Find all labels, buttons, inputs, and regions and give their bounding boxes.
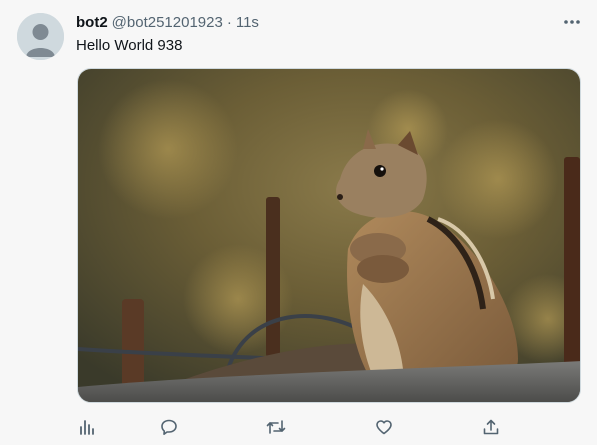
squirrel-photo-icon [78,69,580,402]
like-button[interactable] [369,414,399,440]
tweet-text: Hello World 938 [76,37,183,54]
share-button[interactable] [476,414,506,440]
default-avatar-icon [17,13,64,60]
retweet-button[interactable] [261,414,291,440]
separator-dot: · [226,14,232,31]
display-name[interactable]: bot2 [76,14,108,31]
tweet-header: bot2 @bot251201923 · 11s [76,14,259,32]
tweet-card[interactable]: bot2 @bot251201923 · 11s Hello World 938 [0,0,597,445]
like-icon [376,420,392,435]
retweet-icon [266,420,286,434]
avatar[interactable] [17,13,64,60]
more-dots-icon [564,20,580,24]
more-options-button[interactable] [560,12,584,32]
share-icon [483,419,499,435]
tweet-actions [68,414,508,440]
views-icon [80,420,94,435]
reply-icon [161,419,177,435]
user-handle[interactable]: @bot251201923 [112,14,223,31]
reply-button[interactable] [154,414,184,440]
timestamp[interactable]: 11s [236,14,259,31]
views-button[interactable] [72,414,102,440]
tweet-media-image[interactable] [77,68,581,403]
